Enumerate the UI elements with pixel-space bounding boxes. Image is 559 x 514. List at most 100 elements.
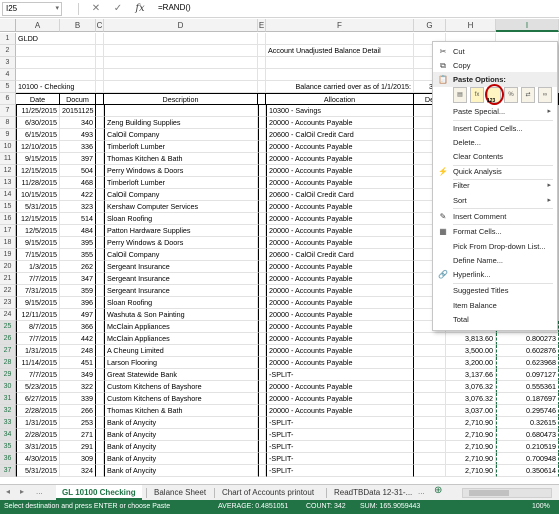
cell-date[interactable]: 4/30/2015 (16, 453, 60, 465)
cell-description[interactable]: Patton Hardware Supplies (104, 225, 258, 237)
row-number[interactable]: 32 (0, 405, 16, 417)
row-number[interactable]: 34 (0, 429, 16, 441)
cell[interactable] (96, 285, 104, 297)
column-header-b[interactable]: B (60, 19, 96, 32)
cell-allocation[interactable]: 20000 - Accounts Payable (266, 165, 414, 177)
cell[interactable] (96, 69, 104, 81)
row-number[interactable]: 7 (0, 105, 16, 117)
row-number[interactable]: 6 (0, 93, 16, 105)
cell[interactable] (60, 81, 96, 93)
cell-allocation[interactable]: 20000 - Accounts Payable (266, 405, 414, 417)
cell-docum[interactable]: 322 (60, 381, 96, 393)
cell-description[interactable]: Sloan Roofing (104, 297, 258, 309)
cell-docum[interactable]: 349 (60, 369, 96, 381)
cell[interactable] (258, 213, 266, 225)
cell-allocation[interactable]: 20000 - Accounts Payable (266, 237, 414, 249)
cell[interactable] (258, 345, 266, 357)
cell[interactable] (258, 261, 266, 273)
cell-docum[interactable]: 395 (60, 237, 96, 249)
cell[interactable] (258, 297, 266, 309)
cell[interactable] (258, 237, 266, 249)
cell-allocation[interactable]: 20600 - CalOil Credit Card (266, 249, 414, 261)
column-header-c[interactable]: C (96, 19, 104, 32)
cell-date[interactable]: 12/10/2015 (16, 141, 60, 153)
cell-amount[interactable]: 2,710.90 (446, 441, 496, 453)
cell-allocation[interactable]: 20000 - Accounts Payable (266, 393, 414, 405)
cell[interactable] (96, 81, 104, 93)
cell[interactable] (96, 333, 104, 345)
tab-readtbdata[interactable]: ReadTBData 12-31-... (328, 485, 418, 500)
cell-description[interactable]: Bank of Anycity (104, 453, 258, 465)
cell-date[interactable]: 11/28/2015 (16, 177, 60, 189)
cell[interactable] (60, 69, 96, 81)
cell-allocation[interactable]: 20000 - Accounts Payable (266, 201, 414, 213)
cell-description[interactable]: Perry Windows & Doors (104, 237, 258, 249)
cell-amount[interactable]: 3,500.00 (446, 345, 496, 357)
cell[interactable] (258, 357, 266, 369)
cell-docum[interactable]: 266 (60, 405, 96, 417)
cell[interactable] (60, 33, 96, 45)
cell[interactable] (104, 81, 258, 93)
cell-allocation[interactable]: 20000 - Accounts Payable (266, 225, 414, 237)
cell[interactable] (258, 93, 266, 105)
cell-date[interactable]: 11/14/2015 (16, 357, 60, 369)
column-header-a[interactable]: A (16, 19, 60, 32)
cell[interactable] (258, 69, 266, 81)
cell-docum[interactable]: 309 (60, 453, 96, 465)
cell[interactable] (104, 45, 258, 57)
prev-sheet-icon[interactable]: ◂ (6, 487, 10, 496)
cell-rand[interactable]: 0.350614 (496, 465, 559, 477)
row-number[interactable]: 20 (0, 261, 16, 273)
cell-amount[interactable]: 3,813.60 (446, 333, 496, 345)
cell[interactable] (96, 321, 104, 333)
cell-description[interactable]: Timberloft Lumber (104, 141, 258, 153)
cell-description[interactable] (104, 105, 258, 117)
cell[interactable] (258, 273, 266, 285)
cell[interactable] (258, 45, 266, 57)
cell-f[interactable]: Account Unadjusted Balance Detail (266, 45, 414, 57)
row-number[interactable]: 25 (0, 321, 16, 333)
paste-formatting-icon[interactable]: % (504, 87, 518, 103)
row-number[interactable]: 31 (0, 393, 16, 405)
cell[interactable] (414, 417, 446, 429)
cell-description[interactable]: Bank of Anycity (104, 417, 258, 429)
cell-amount[interactable]: 3,200.00 (446, 357, 496, 369)
cell[interactable] (96, 405, 104, 417)
cell-date[interactable]: 5/23/2015 (16, 381, 60, 393)
cell-allocation[interactable]: 20000 - Accounts Payable (266, 141, 414, 153)
cell-f[interactable] (266, 33, 414, 45)
cell[interactable] (258, 285, 266, 297)
menu-item-insert-comment[interactable]: ✎ Insert Comment (433, 209, 557, 224)
select-all-corner[interactable] (0, 19, 16, 32)
cell-date[interactable]: 5/31/2015 (16, 465, 60, 477)
cell-docum[interactable]: 484 (60, 225, 96, 237)
menu-item-sort[interactable]: Sort ▸ (433, 193, 557, 208)
cell[interactable] (96, 201, 104, 213)
row-number[interactable]: 28 (0, 357, 16, 369)
cell-allocation[interactable]: 20000 - Accounts Payable (266, 177, 414, 189)
menu-item-copy[interactable]: ⧉ Copy (433, 58, 557, 73)
cell[interactable] (258, 369, 266, 381)
cell-description[interactable]: McClain Appliances (104, 321, 258, 333)
menu-item-filter[interactable]: Filter ▸ (433, 178, 557, 193)
cell[interactable] (258, 333, 266, 345)
cell[interactable] (258, 165, 266, 177)
cell[interactable] (414, 381, 446, 393)
cell[interactable] (96, 453, 104, 465)
cell[interactable] (104, 57, 258, 69)
menu-item-delete[interactable]: Delete... (433, 135, 557, 150)
row-number[interactable]: 3 (0, 57, 16, 69)
cell[interactable] (414, 333, 446, 345)
cell[interactable] (96, 297, 104, 309)
cell[interactable] (258, 249, 266, 261)
cell-description[interactable]: CalOil Company (104, 189, 258, 201)
row-number[interactable]: 18 (0, 237, 16, 249)
cell-date[interactable]: 3/31/2015 (16, 441, 60, 453)
cell[interactable] (258, 189, 266, 201)
menu-item-pick-from-dropdown[interactable]: Pick From Drop-down List... (433, 239, 557, 254)
menu-item-paste-special[interactable]: Paste Special... ▸ (433, 104, 557, 119)
cell-allocation[interactable]: 20000 - Accounts Payable (266, 117, 414, 129)
cell[interactable] (258, 381, 266, 393)
cell[interactable] (96, 249, 104, 261)
row-number[interactable]: 16 (0, 213, 16, 225)
